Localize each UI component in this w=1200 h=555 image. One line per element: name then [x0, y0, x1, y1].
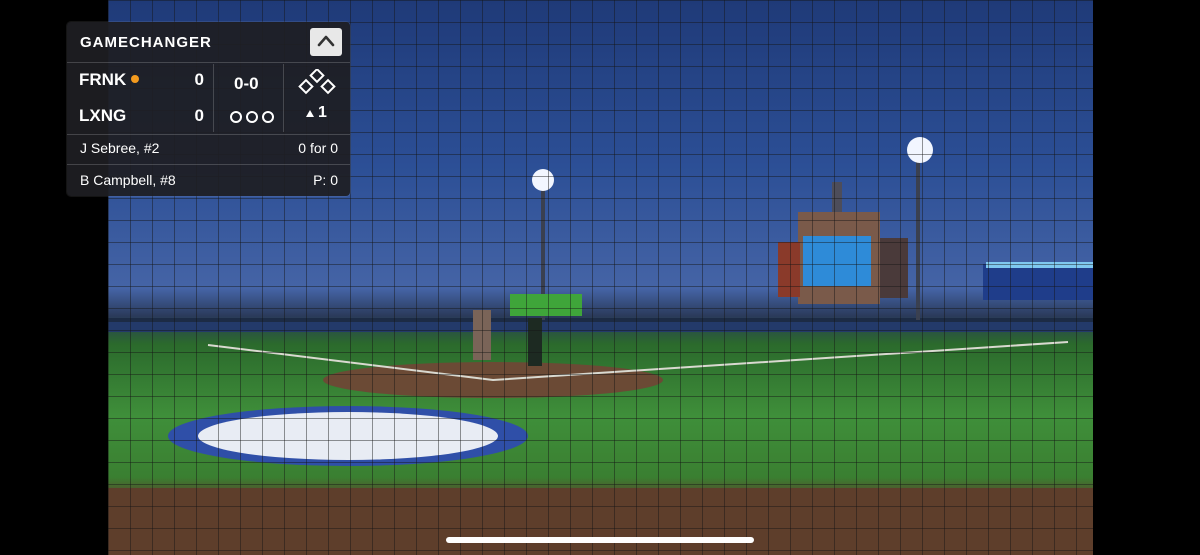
out-marker [246, 111, 258, 123]
batter-stat: 0 for 0 [298, 140, 338, 156]
app-brand: GAMECHANGER [80, 34, 212, 51]
outs-indicator [230, 110, 278, 128]
batter-divider [67, 134, 350, 135]
header-divider [67, 62, 350, 63]
out-marker [230, 111, 242, 123]
scoreboard-header: GAMECHANGER [67, 22, 350, 62]
home-team-abbr: LXNG [79, 106, 127, 125]
inning-number: 1 [318, 104, 327, 121]
score-divider [213, 64, 214, 132]
ball-strike-count: 0-0 [234, 74, 259, 93]
pitcher-divider [67, 164, 350, 165]
state-divider [283, 64, 284, 132]
home-team-score: 0 [194, 106, 204, 125]
away-team-score: 0 [194, 70, 204, 89]
chevron-up-icon [317, 35, 335, 47]
possession-dot [131, 75, 139, 83]
pitcher-name: B Campbell, #8 [80, 172, 176, 188]
away-team-abbr: FRNK [79, 70, 127, 89]
scoreboard-overlay: GAMECHANGER FRNK 0 LXNG 0 0-0 1 J Sebree… [67, 22, 350, 196]
collapse-button[interactable] [310, 28, 342, 56]
home-indicator-bar[interactable] [446, 537, 754, 543]
bases-diamond-icon [298, 69, 336, 95]
triangle-up-icon [306, 110, 314, 117]
pitcher-stat: P: 0 [313, 172, 338, 188]
batter-name: J Sebree, #2 [80, 140, 160, 156]
out-marker [262, 111, 274, 123]
